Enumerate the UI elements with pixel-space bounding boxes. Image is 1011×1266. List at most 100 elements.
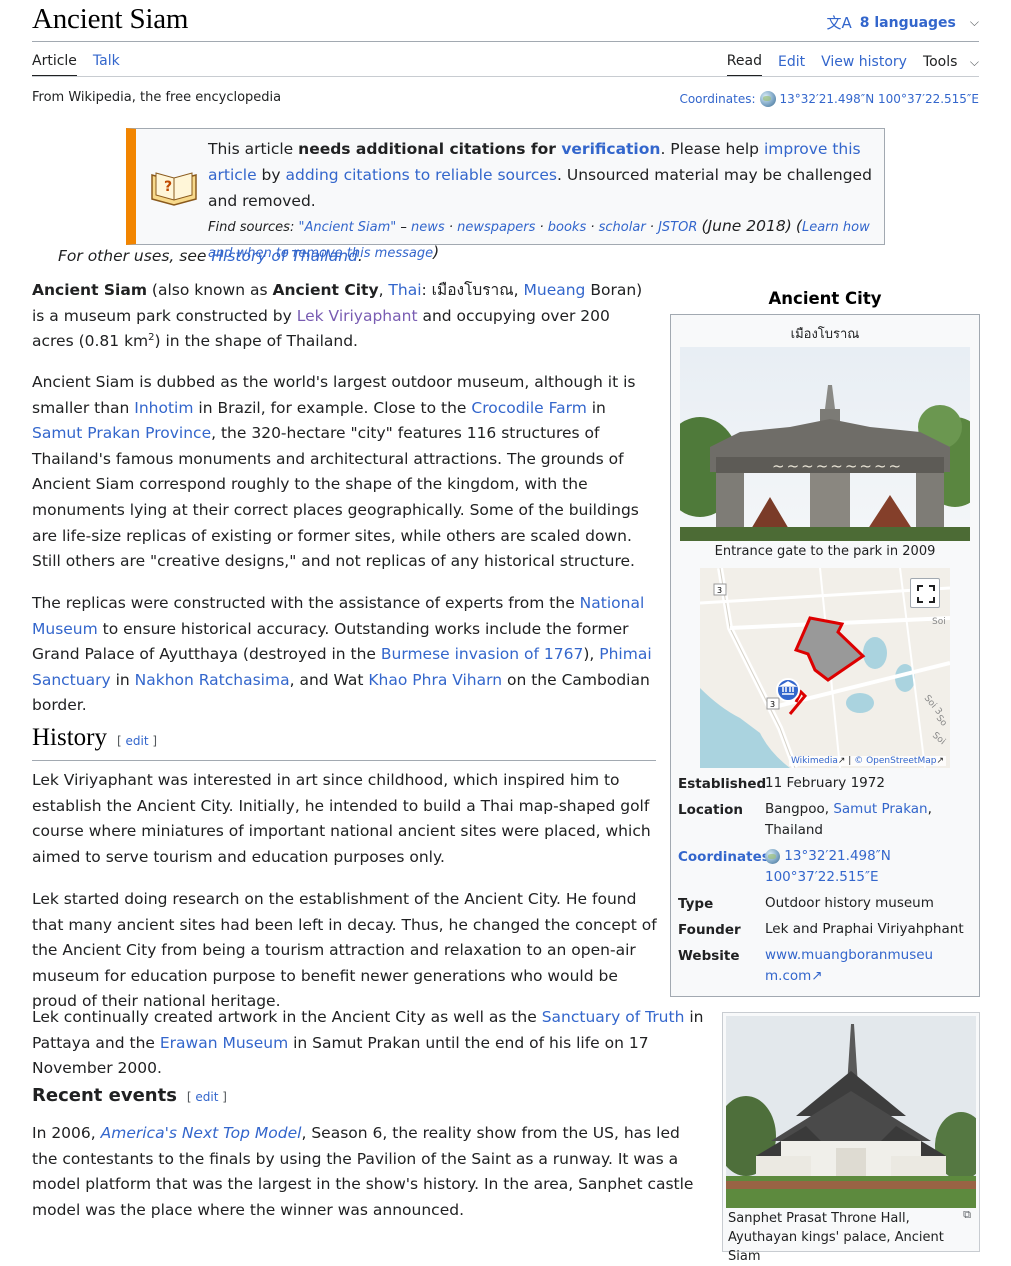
heading-text: History <box>32 724 107 751</box>
hatnote-text: For other uses, see <box>58 247 212 265</box>
road-shield-3a: 3 <box>717 586 722 595</box>
infobox-coordinates[interactable]: 13°32′21.498″N 100°37′22.515″E <box>765 846 895 888</box>
language-count: 8 languages <box>859 14 956 31</box>
coordinates-top[interactable]: Coordinates: 13°32′21.498″N 100°37′22.51… <box>679 91 979 107</box>
book-question-icon: ? <box>151 172 197 206</box>
throne-hall-figure: Sanphet Prasat Throne Hall, Ayuthayan ki… <box>722 1012 980 1264</box>
text: The replicas were constructed with the a… <box>32 594 580 612</box>
text: Lek continually created artwork in the A… <box>32 1008 542 1026</box>
history-paragraph-1: Lek Viriyaphant was interested in art si… <box>32 771 651 866</box>
books-link[interactable]: books <box>548 220 586 235</box>
khao-phra-viharn-link[interactable]: Khao Phra Viharn <box>368 671 502 689</box>
samut-prakan-province-link[interactable]: Samut Prakan Province <box>32 424 211 442</box>
scholar-link[interactable]: scholar <box>599 220 646 235</box>
erawan-museum-link[interactable]: Erawan Museum <box>160 1034 288 1052</box>
external-link-icon: ↗ <box>837 756 846 766</box>
lead-paragraph-1: Ancient Siam (also known as Ancient City… <box>32 278 656 355</box>
text: Bangpoo, <box>765 801 834 817</box>
edit-history-link[interactable]: edit <box>126 734 149 748</box>
throne-hall-photo[interactable] <box>726 1016 976 1208</box>
tab-talk[interactable]: Talk <box>93 53 120 77</box>
bold-term: Ancient City <box>272 281 379 299</box>
namespace-tabs: Article Talk <box>32 53 120 77</box>
chevron-down-icon: ⌵ <box>969 15 979 29</box>
text: ), <box>583 645 600 664</box>
history-paragraph-3: Lek continually created artwork in the A… <box>32 1005 704 1082</box>
globe-icon[interactable] <box>759 91 776 107</box>
entrance-gate-photo[interactable]: ~~~~~~~~~ <box>680 347 970 541</box>
text: , the 320-hectare "city" features 116 st… <box>32 424 639 571</box>
text: , and Wat <box>289 670 369 689</box>
founder-value: Lek and Praphai Viriyahphant <box>765 921 964 937</box>
location-label: Location <box>678 802 743 818</box>
reliable-sources-link[interactable]: adding citations to reliable sources <box>286 166 558 184</box>
established-value: 11 February 1972 <box>765 775 885 791</box>
osm-credit-link[interactable]: © OpenStreetMap <box>854 756 936 766</box>
citation-notice: ? This article needs additional citation… <box>126 128 885 261</box>
chevron-down-icon: ⌵ <box>969 55 979 69</box>
lead-paragraph-3: The replicas were constructed with the a… <box>32 591 656 719</box>
tab-read[interactable]: Read <box>726 53 762 77</box>
language-selector[interactable]: 文A 8 languages ⌵ <box>827 12 980 33</box>
text: In 2006, <box>32 1124 101 1142</box>
antm-link[interactable]: America's Next Top Model <box>101 1124 302 1142</box>
coordinates-link[interactable]: 13°32′21.498″N 100°37′22.515″E <box>765 848 891 885</box>
wikimedia-credit-link[interactable]: Wikimedia <box>791 756 838 766</box>
coordinates-value[interactable]: 13°32′21.498″N 100°37′22.515″E <box>780 92 979 106</box>
language-icon: 文A <box>826 14 852 32</box>
verification-link[interactable]: verification <box>561 140 660 158</box>
text: , <box>378 281 389 299</box>
find-query-link[interactable]: "Ancient Siam" <box>298 220 396 235</box>
notice-text-part: by <box>256 166 286 184</box>
website-value[interactable]: www.muangboranmuseum.com↗ <box>765 945 945 987</box>
separator: – <box>396 220 412 235</box>
notice-text-part: . Please help <box>660 140 764 158</box>
svg-text:?: ? <box>164 179 172 195</box>
tab-edit[interactable]: Edit <box>778 54 805 76</box>
location-map[interactable]: 3 3 Soi Soi 3 So Soi Wikimedia↗ | © Open… <box>700 568 950 768</box>
fullscreen-button[interactable] <box>910 578 940 608</box>
thumb-caption: Sanphet Prasat Throne Hall, Ayuthayan ki… <box>728 1211 944 1264</box>
lek-viriyaphant-link[interactable]: Lek Viriyaphant <box>297 307 418 325</box>
text: in <box>110 670 135 689</box>
tab-view-history[interactable]: View history <box>821 54 907 76</box>
mueang-link[interactable]: Mueang <box>524 281 586 299</box>
nakhon-ratchasima-link[interactable]: Nakhon Ratchasima <box>135 671 290 689</box>
globe-icon[interactable] <box>765 848 780 864</box>
tab-article[interactable]: Article <box>32 53 77 77</box>
history-of-thailand-link[interactable]: History of Thailand <box>211 247 358 265</box>
thai-language-link[interactable]: Thai <box>388 281 421 299</box>
newspapers-link[interactable]: newspapers <box>457 220 535 235</box>
gate-image: ~~~~~~~~~ <box>680 347 970 541</box>
crocodile-farm-link[interactable]: Crocodile Farm <box>471 399 586 417</box>
fullscreen-icon <box>917 585 935 603</box>
jstor-link[interactable]: JSTOR <box>658 220 697 235</box>
website-link[interactable]: www.muangboranmuseum.com <box>765 947 933 984</box>
samut-prakan-link[interactable]: Samut Prakan <box>833 801 927 817</box>
section-edit: [ edit ] <box>117 734 158 748</box>
tools-menu[interactable]: Tools ⌵ <box>923 54 979 76</box>
text: (also known as <box>146 281 273 299</box>
sanctuary-of-truth-link[interactable]: Sanctuary of Truth <box>542 1008 685 1026</box>
notice-text-part: This article <box>208 140 299 158</box>
infobox-subtitle: เมืองโบราณ <box>790 327 860 342</box>
inhotim-link[interactable]: Inhotim <box>134 399 193 417</box>
coordinates-label-link[interactable]: Coordinates <box>678 849 770 865</box>
map-street-label: Soi <box>932 617 946 627</box>
recent-events-heading: Recent events [ edit ] <box>32 1085 227 1106</box>
magnify-icon[interactable]: ⧉ <box>963 1208 971 1222</box>
established-label: Established <box>678 776 767 792</box>
tools-label: Tools <box>922 54 958 70</box>
text: : เมืองโบราณ, <box>421 281 524 299</box>
history-heading: History [ edit ] <box>32 724 157 752</box>
burmese-invasion-link[interactable]: Burmese invasion of 1767 <box>381 645 583 663</box>
map-attribution: Wikimedia↗ | © OpenStreetMap↗ <box>788 756 946 766</box>
news-link[interactable]: news <box>411 220 445 235</box>
external-link-icon: ↗ <box>811 968 823 984</box>
heading-text: Recent events <box>32 1085 177 1106</box>
road-shield-3b: 3 <box>770 700 775 709</box>
website-label: Website <box>678 948 740 964</box>
edit-recent-link[interactable]: edit <box>195 1090 218 1104</box>
find-sources-label: Find sources: <box>208 220 295 235</box>
location-value: Bangpoo, Samut Prakan, Thailand <box>765 799 975 841</box>
